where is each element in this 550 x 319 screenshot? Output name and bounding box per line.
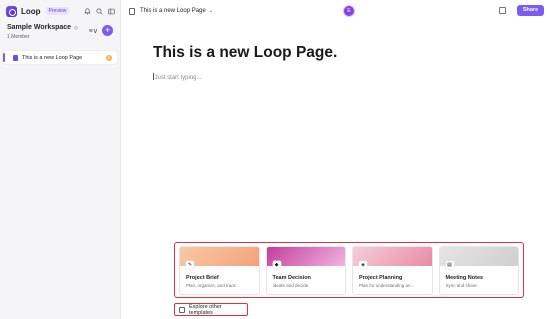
user-avatar[interactable]: E: [344, 6, 354, 16]
chevron-down-icon[interactable]: ⌄: [209, 8, 213, 14]
copy-icon[interactable]: [499, 7, 506, 14]
bell-icon[interactable]: [84, 7, 91, 15]
add-page-button[interactable]: +: [102, 25, 113, 36]
sidebar-item-label: This is a new Loop Page: [22, 54, 83, 61]
explore-templates-button[interactable]: Explore other templates: [174, 303, 248, 316]
loop-logo-icon: [6, 5, 17, 17]
template-description: Plan for understanding an...: [359, 283, 415, 288]
sidebar: Loop Preview Sample Workspace ◇ 1 Member…: [0, 0, 121, 319]
diamond-icon: ◆: [272, 261, 281, 269]
template-gallery: ✎ Project Brief Plan, organize, and trac…: [174, 242, 524, 298]
explore-templates-label: Explore other templates: [189, 303, 222, 316]
templates-icon: [179, 306, 185, 313]
preview-badge: Preview: [45, 7, 70, 15]
gem-icon: ◈: [359, 261, 367, 269]
template-description: Ideate and decide: [272, 283, 309, 288]
document-icon: [129, 7, 135, 15]
app-topbar: Loop Preview: [0, 0, 121, 22]
template-title: Project Brief: [186, 275, 219, 281]
page-icon: [13, 54, 18, 61]
placeholder-text: Just start typing...: [154, 75, 202, 81]
editor-placeholder[interactable]: Just start typing...: [153, 73, 202, 81]
template-description: Sync and share: [445, 283, 477, 288]
page-title[interactable]: This is a new Loop Page.: [153, 44, 337, 62]
document-title[interactable]: This is a new Loop Page: [140, 8, 206, 14]
selected-indicator: [3, 53, 5, 62]
text-cursor: [153, 73, 154, 80]
app-name: Loop: [21, 6, 41, 16]
workspace-chevron-icon[interactable]: ◇: [74, 25, 78, 31]
notes-icon: ▤: [445, 261, 454, 269]
workspace-header: Sample Workspace ◇ 1 Member ≡∨ +: [7, 24, 117, 40]
template-description: Plan, organize, and track: [186, 283, 236, 288]
template-title: Team Decision: [272, 275, 311, 281]
search-icon[interactable]: [96, 7, 103, 15]
share-button[interactable]: Share: [517, 5, 544, 16]
pencil-icon: ✎: [186, 261, 194, 269]
template-card-project-brief[interactable]: ✎ Project Brief Plan, organize, and trac…: [179, 246, 260, 295]
template-card-project-planning[interactable]: ◈ Project Planning Plan for understandin…: [352, 246, 433, 295]
workspace-name[interactable]: Sample Workspace: [7, 24, 71, 31]
template-title: Meeting Notes: [445, 275, 484, 281]
template-card-meeting-notes[interactable]: ▤ Meeting Notes Sync and share: [438, 246, 519, 295]
sidebar-item-loop-page[interactable]: This is a new Loop Page E: [3, 51, 117, 64]
template-card-team-decision[interactable]: ◆ Team Decision Ideate and decide: [265, 246, 346, 295]
panel-icon[interactable]: [108, 8, 115, 15]
page-header: This is a new Loop Page ⌄ E Share: [121, 0, 550, 22]
template-title: Project Planning: [359, 275, 403, 281]
menu-icon[interactable]: ≡∨: [89, 27, 98, 35]
page-avatar: E: [106, 54, 112, 61]
